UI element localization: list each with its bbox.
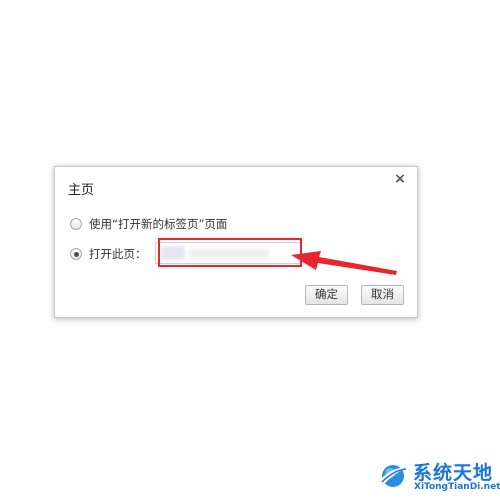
radio-new-tab-page[interactable] [70, 218, 82, 230]
screenshot-stage: 主页 × 使用“打开新的标签页”页面 打开此页： 确定 取消 系统天地 XiTo… [0, 0, 500, 501]
cancel-button[interactable]: 取消 [361, 285, 404, 305]
close-icon[interactable]: × [392, 171, 408, 187]
red-arrow-icon [291, 251, 397, 275]
option-open-this-page[interactable]: 打开此页： [70, 246, 147, 262]
ok-button[interactable]: 确定 [305, 285, 348, 305]
watermark-title: 系统天地 [413, 462, 494, 484]
dialog-title: 主页 [68, 183, 95, 198]
watermark-subtitle: XiTongTianDi.net [414, 482, 500, 492]
site-watermark: 系统天地 XiTongTianDi.net [376, 458, 500, 494]
option-open-this-page-label: 打开此页： [89, 247, 147, 261]
option-new-tab-page-label: 使用“打开新的标签页”页面 [89, 217, 228, 231]
option-new-tab-page[interactable]: 使用“打开新的标签页”页面 [70, 216, 227, 232]
globe-swoosh-icon [380, 465, 407, 487]
radio-open-this-page[interactable] [70, 248, 82, 260]
homepage-dialog: 主页 × 使用“打开新的标签页”页面 打开此页： 确定 取消 [54, 166, 418, 318]
